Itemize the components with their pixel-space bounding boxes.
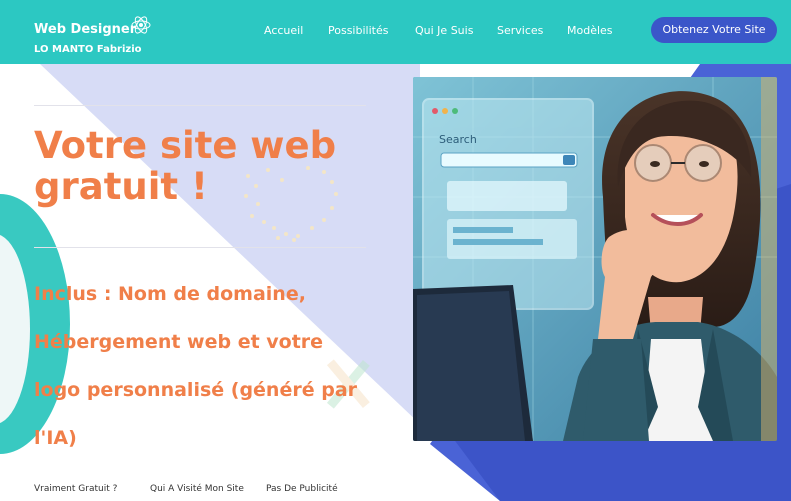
subtext-line-3: logo personnalisé (généré par xyxy=(34,379,358,401)
link-vraiment-gratuit[interactable]: Vraiment Gratuit ? xyxy=(34,484,117,494)
divider-middle xyxy=(34,247,366,248)
subtext-line-2: Hébergement web et votre xyxy=(34,331,324,353)
nav-item-services[interactable]: Services xyxy=(497,24,543,37)
site-header: Web Designer LO MANTO Fabrizio Accueil P… xyxy=(0,0,791,64)
brand-subtitle: LO MANTO Fabrizio xyxy=(34,44,142,55)
hero-illustration: Search xyxy=(413,77,777,441)
subtext-line-4: l'IA) xyxy=(34,427,77,449)
illustration-svg: Search xyxy=(413,77,777,441)
nav-item-accueil[interactable]: Accueil xyxy=(264,24,303,37)
nav-item-modeles[interactable]: Modèles xyxy=(567,24,613,37)
hologram-browser: Search xyxy=(422,98,594,310)
divider-top xyxy=(34,105,366,106)
nav-item-qui-je-suis[interactable]: Qui Je Suis xyxy=(415,24,473,37)
headline-line-1: Votre site web xyxy=(34,124,337,167)
link-qui-a-visite[interactable]: Qui A Visité Mon Site xyxy=(150,484,244,494)
nav-item-possibilites[interactable]: Possibilités xyxy=(328,24,388,37)
illustration-search-label: Search xyxy=(439,133,477,146)
get-site-button[interactable]: Obtenez Votre Site xyxy=(651,17,777,43)
atom-icon xyxy=(131,16,151,34)
link-pas-de-publicite[interactable]: Pas De Publicité xyxy=(266,484,338,494)
hero-headline: Votre site web gratuit ! xyxy=(34,125,364,207)
brand-title[interactable]: Web Designer xyxy=(34,22,136,37)
headline-line-2: gratuit ! xyxy=(34,165,208,208)
subtext-line-1: Inclus : Nom de domaine, xyxy=(34,283,306,305)
hero-subtext: Inclus : Nom de domaine, Hébergement web… xyxy=(34,270,394,462)
